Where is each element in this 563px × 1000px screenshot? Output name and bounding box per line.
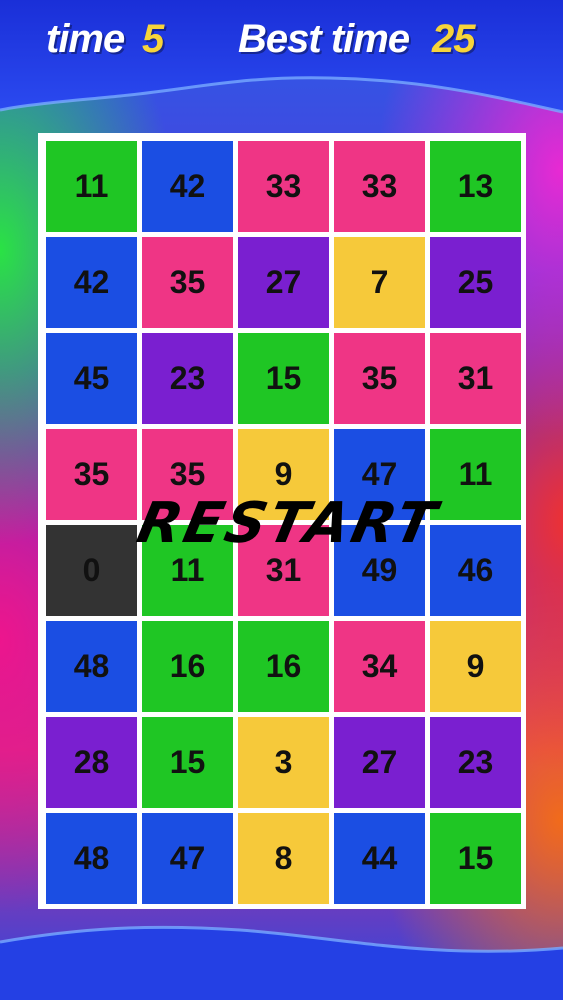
time-label: time	[46, 17, 125, 61]
tile[interactable]: 8	[238, 813, 329, 904]
tile[interactable]: 15	[142, 717, 233, 808]
tile[interactable]: 23	[430, 717, 521, 808]
bottom-banner	[0, 925, 563, 1000]
tile[interactable]: 27	[238, 237, 329, 328]
tile[interactable]: 31	[430, 333, 521, 424]
tile[interactable]: 28	[46, 717, 137, 808]
tile[interactable]: 27	[334, 717, 425, 808]
tile[interactable]: 35	[334, 333, 425, 424]
tile[interactable]: 15	[238, 333, 329, 424]
tile[interactable]: 46	[430, 525, 521, 616]
tile[interactable]: 45	[46, 333, 137, 424]
tile[interactable]: 34	[334, 621, 425, 712]
tile[interactable]: 48	[46, 621, 137, 712]
tile[interactable]: 9	[430, 621, 521, 712]
tile[interactable]: 47	[142, 813, 233, 904]
tile[interactable]: 42	[46, 237, 137, 328]
tile[interactable]: 35	[142, 237, 233, 328]
restart-button[interactable]: RESTART	[126, 491, 450, 556]
tile[interactable]: 15	[430, 813, 521, 904]
hud: time 5 Best time 25	[0, 8, 563, 78]
tile[interactable]: 23	[142, 333, 233, 424]
best-time-label: Best time	[238, 17, 410, 61]
tile[interactable]: 13	[430, 141, 521, 232]
tile[interactable]: 0	[46, 525, 137, 616]
tile[interactable]: 16	[238, 621, 329, 712]
tile[interactable]: 16	[142, 621, 233, 712]
tile[interactable]: 48	[46, 813, 137, 904]
tile[interactable]: 33	[334, 141, 425, 232]
tile[interactable]: 25	[430, 237, 521, 328]
tile[interactable]: 11	[46, 141, 137, 232]
tile[interactable]: 7	[334, 237, 425, 328]
tile[interactable]: 44	[334, 813, 425, 904]
tile[interactable]: 33	[238, 141, 329, 232]
tile[interactable]: 35	[46, 429, 137, 520]
tile[interactable]: 3	[238, 717, 329, 808]
tile[interactable]: 42	[142, 141, 233, 232]
time-value: 5	[142, 17, 164, 61]
best-time-value: 25	[432, 17, 475, 61]
